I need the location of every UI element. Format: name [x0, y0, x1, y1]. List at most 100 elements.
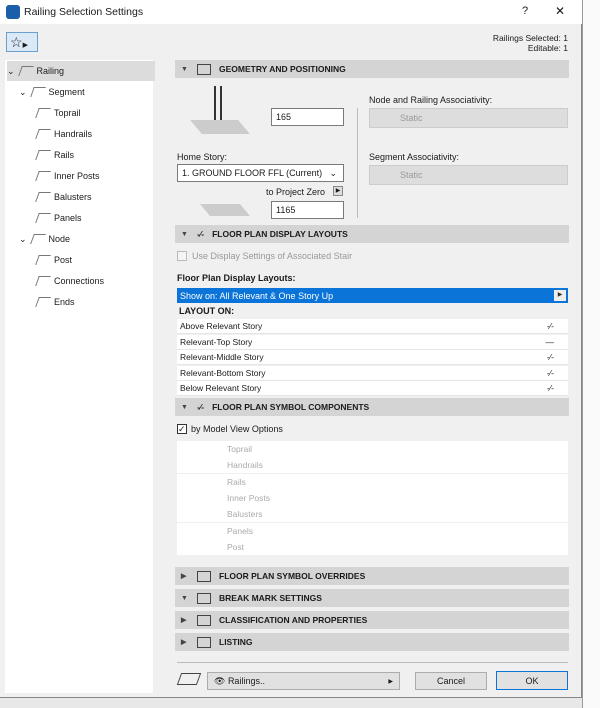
divider — [357, 108, 358, 218]
close-button[interactable]: ✕ — [555, 4, 565, 18]
collapse-arrow-icon: ▶ — [181, 639, 187, 646]
expand-arrow-icon: ▼ — [181, 230, 188, 238]
tree-item-inner-posts[interactable]: Inner Posts — [35, 166, 100, 186]
tree-item-railing[interactable]: ⌄ Railing — [7, 61, 155, 81]
section-listing[interactable]: ▶ LISTING — [175, 633, 569, 651]
line-style-icon: — — [545, 336, 555, 347]
checkbox-label: Use Display Settings of Associated Stair — [192, 251, 353, 261]
layer-select[interactable]: 👁︎ Railings.. ▶ — [207, 672, 400, 690]
tree-item-label: Balusters — [54, 192, 92, 202]
component-icon — [35, 213, 51, 223]
tree-item-rails[interactable]: Rails — [35, 145, 75, 165]
divider — [177, 662, 568, 663]
favorites-button[interactable]: ☆▶ — [6, 32, 38, 52]
home-story-label: Home Story: — [177, 152, 228, 162]
layout-row[interactable]: Relevant-Middle Story -⁄- — [177, 350, 568, 365]
railing-height-input[interactable]: 165 — [271, 108, 344, 126]
component-icon — [35, 171, 51, 181]
node-assoc-select: Static — [369, 108, 568, 128]
section-symbol-components[interactable]: ▼ -⁄- FLOOR PLAN SYMBOL COMPONENTS — [175, 398, 569, 416]
section-title: LISTING — [219, 637, 253, 647]
ok-button[interactable]: OK — [496, 671, 568, 690]
home-story-select[interactable]: 1. GROUND FLOOR FFL (Current) ⌄ — [177, 164, 344, 182]
story-illustration — [199, 204, 251, 216]
section-title: FLOOR PLAN SYMBOL COMPONENTS — [212, 402, 370, 412]
symbol-component-label: Inner Posts — [227, 492, 270, 503]
star-icon: ☆ — [10, 34, 23, 50]
eye-icon: 👁︎ — [214, 675, 228, 686]
tree-item-connections[interactable]: Connections — [35, 271, 105, 291]
component-icon — [29, 87, 46, 97]
show-on-select[interactable]: Show on: All Relevant & One Story Up ▶ — [177, 288, 568, 303]
background-app — [582, 0, 600, 708]
layout-on-label: LAYOUT ON: — [179, 306, 235, 316]
section-title: GEOMETRY AND POSITIONING — [219, 64, 346, 74]
checkbox-label: by Model View Options — [191, 424, 283, 434]
layout-row[interactable]: Below Relevant Story -⁄- — [177, 381, 568, 396]
layer-icon — [176, 673, 202, 685]
component-icon — [35, 276, 51, 286]
railing-settings-dialog: Railing Selection Settings ? ✕ ☆▶ Railin… — [0, 0, 582, 698]
layout-row[interactable]: Relevant-Top Story — — [177, 334, 568, 350]
cancel-button[interactable]: Cancel — [415, 672, 487, 690]
symbol-component-row: Panels — [177, 522, 568, 539]
symbol-component-row: Handrails — [177, 457, 568, 474]
symbol-component-row: Balusters — [177, 506, 568, 523]
section-icon — [197, 592, 211, 604]
symbol-component-row: Rails — [177, 473, 568, 490]
reference-arrow-button[interactable]: ▶ — [333, 186, 343, 196]
arrow-right-icon[interactable]: ▶ — [554, 290, 566, 301]
segment-assoc-label: Segment Associativity: — [369, 152, 460, 162]
to-project-zero-label: to Project Zero — [266, 187, 326, 197]
tree-item-node[interactable]: ⌄ Node — [19, 229, 70, 249]
component-icon — [17, 66, 34, 76]
offset-input[interactable]: 1165 — [271, 201, 344, 219]
symbol-component-label: Post — [227, 541, 245, 552]
chevron-down-icon[interactable]: ⌄ — [19, 234, 27, 245]
tree-item-handrails[interactable]: Handrails — [35, 124, 93, 144]
chevron-down-icon: ⌄ — [329, 167, 337, 178]
section-icon — [197, 570, 211, 582]
section-title: FLOOR PLAN DISPLAY LAYOUTS — [212, 229, 348, 239]
segment-assoc-select: Static — [369, 165, 568, 185]
layout-row[interactable]: Above Relevant Story -⁄- — [177, 319, 568, 334]
layer-value: Railings.. — [227, 675, 265, 686]
tree-item-label: Handrails — [54, 129, 93, 139]
selection-count: Railings Selected: 1 Editable: 1 — [493, 33, 568, 53]
component-icon — [35, 255, 51, 265]
by-mvo-checkbox[interactable]: ✓ by Model View Options — [177, 424, 283, 434]
tree-item-post[interactable]: Post — [35, 250, 72, 270]
line-style-icon: -⁄- — [546, 352, 554, 362]
symbol-component-label: Handrails — [227, 460, 263, 471]
section-break-mark-settings[interactable]: ▼ BREAK MARK SETTINGS — [175, 589, 569, 607]
tree-item-panels[interactable]: Panels — [35, 208, 82, 228]
tree-item-label: Rails — [54, 150, 75, 160]
section-floor-plan-layouts[interactable]: ▼ -⁄- FLOOR PLAN DISPLAY LAYOUTS — [175, 225, 569, 243]
tree-item-label: Panels — [54, 213, 82, 223]
help-button[interactable]: ? — [522, 5, 528, 17]
component-icon — [35, 192, 51, 202]
title-bar: Railing Selection Settings ? ✕ — [0, 0, 582, 24]
tree-item-toprail[interactable]: Toprail — [35, 103, 81, 123]
tree-item-label: Segment — [48, 87, 85, 97]
section-title: CLASSIFICATION AND PROPERTIES — [219, 615, 368, 625]
chevron-down-icon[interactable]: ⌄ — [7, 66, 15, 77]
expand-arrow-icon: ▼ — [181, 594, 188, 602]
tree-item-segment[interactable]: ⌄ Segment — [19, 82, 85, 102]
expand-arrow-icon: ▼ — [181, 403, 188, 411]
layout-row[interactable]: Relevant-Bottom Story -⁄- — [177, 365, 568, 381]
section-geometry[interactable]: ▼ GEOMETRY AND POSITIONING — [175, 60, 569, 78]
section-floor-plan-symbol-overrides[interactable]: ▶ FLOOR PLAN SYMBOL OVERRIDES — [175, 567, 569, 585]
section-classification-and-properties[interactable]: ▶ CLASSIFICATION AND PROPERTIES — [175, 611, 569, 629]
symbol-component-row: Toprail — [177, 441, 568, 457]
layout-row-label: Above Relevant Story — [180, 321, 263, 331]
tree-item-label: Railing — [36, 66, 65, 76]
line-style-icon: -⁄- — [546, 367, 554, 378]
symbol-component-label: Panels — [227, 525, 253, 536]
layouts-list-label: Floor Plan Display Layouts: — [177, 273, 296, 283]
chevron-down-icon[interactable]: ⌄ — [19, 87, 27, 98]
tree-item-balusters[interactable]: Balusters — [35, 187, 92, 207]
tree-item-ends[interactable]: Ends — [35, 292, 75, 312]
component-icon — [35, 108, 51, 118]
tree-item-label: Connections — [54, 276, 105, 286]
